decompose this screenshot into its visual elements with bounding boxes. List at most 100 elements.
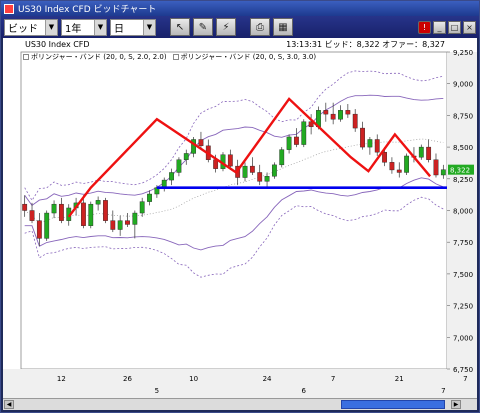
scroll-right-icon[interactable]: ▶ [451, 400, 461, 409]
y-tick-label: 8,500 [453, 144, 473, 152]
print-icon[interactable]: ⎙ [250, 18, 270, 36]
candle-body [440, 169, 446, 176]
x-tick-label: 21 [395, 375, 404, 383]
scroll-thumb[interactable] [341, 400, 445, 409]
candle-body [227, 154, 233, 167]
candle-body [183, 153, 189, 160]
x-month-label: 6 [302, 387, 307, 395]
candle-body [404, 155, 410, 173]
candle-body [176, 159, 182, 173]
price-chart[interactable]: 9,250 9,000 8,750 8,500 8,250 8,000 7,750 7,500… [3, 38, 477, 398]
candle-body [374, 139, 380, 153]
toolbar: ビッド ▼ 1年 ▼ 日 ▼ ↖ ✎ ⚡ ⎙ ▦ ! _ □ × [1, 16, 479, 38]
candle-body [36, 220, 42, 239]
chevron-down-icon: ▼ [94, 19, 106, 35]
current-price-label: 8,322 [450, 167, 470, 175]
chart-scrollbar[interactable]: ◀ ▶ [3, 398, 477, 410]
candle-body [367, 139, 373, 148]
window-title: US30 Index CFD ビッドチャート [18, 5, 157, 15]
y-tick-label: 7,250 [453, 303, 473, 311]
candle-body [433, 159, 439, 176]
interval-select[interactable]: 日 ▼ [110, 18, 156, 36]
candle-body [279, 149, 285, 166]
candle-body [125, 220, 130, 225]
minimize-icon[interactable]: _ [433, 20, 446, 34]
close-icon[interactable]: × [463, 20, 476, 34]
app-icon [4, 3, 14, 14]
y-tick-label: 8,000 [453, 208, 473, 216]
candle-body [271, 164, 277, 177]
candle-body [88, 203, 94, 226]
maximize-icon[interactable]: □ [448, 20, 461, 34]
period-value: 1年 [65, 23, 82, 35]
x-month-label: 7 [441, 387, 445, 395]
y-tick-label: 7,750 [453, 239, 473, 247]
chart-area[interactable]: 9,250 9,000 8,750 8,500 8,250 8,000 7,750 7,500… [3, 38, 477, 398]
candle-body [242, 165, 248, 178]
indicator-legend: ボリンジャー・バンド (20, 0, S, 2.0, 2.0) ボリンジャー・バ… [23, 52, 316, 62]
candle-body [426, 146, 432, 160]
candle-body [264, 176, 270, 182]
y-tick-label: 7,000 [453, 334, 473, 342]
chart-header: US30 Index CFD 13:13:31 ビッド：8,322 オファー：8… [3, 38, 477, 50]
candle-body [81, 202, 86, 226]
pin-tool-icon[interactable]: ✎ [193, 18, 213, 36]
quote-info: 13:13:31 ビッド：8,322 オファー：8,327 [286, 39, 445, 49]
x-tick-label: 12 [57, 375, 66, 383]
candle-body [139, 201, 145, 214]
candle-body [22, 203, 28, 211]
x-tick-label: 7 [331, 375, 335, 383]
candle-body [117, 220, 123, 230]
scroll-left-icon[interactable]: ◀ [4, 400, 14, 409]
symbol-label: US30 Index CFD [25, 39, 90, 49]
candle-body [352, 113, 358, 129]
legend-item[interactable]: ボリンジャー・バンド (20, 0, S, 2.0, 2.0) [23, 52, 167, 62]
candle-body [58, 203, 64, 221]
candle-body [345, 110, 351, 115]
candle-body [249, 165, 255, 173]
candle-body [396, 169, 402, 173]
candle-body [389, 162, 395, 171]
trend-tool-icon[interactable]: ⚡ [216, 18, 236, 36]
candle-body [29, 210, 35, 221]
title-bar[interactable]: US30 Index CFD ビッドチャート [1, 1, 479, 16]
candle-body [360, 127, 365, 148]
y-tick-label: 8,750 [453, 112, 473, 120]
x-month-label: 5 [155, 387, 159, 395]
period-select[interactable]: 1年 ▼ [61, 18, 107, 36]
y-tick-label: 7,500 [453, 271, 473, 279]
alert-icon[interactable]: ! [418, 20, 431, 34]
x-tick-label: 10 [189, 375, 198, 383]
candle-body [95, 200, 101, 205]
x-tick-label: 24 [263, 375, 272, 383]
y-tick-label: 9,000 [453, 81, 473, 89]
candle-body [294, 136, 299, 145]
chevron-down-icon: ▼ [143, 19, 155, 35]
candle-body [51, 203, 57, 214]
time-axis [3, 369, 477, 398]
price-type-value: ビッド [8, 23, 38, 35]
y-tick-label: 8,250 [453, 176, 473, 184]
candle-body [110, 220, 116, 230]
candle-body [44, 212, 50, 239]
candle-body [169, 172, 174, 181]
candle-body [257, 172, 263, 182]
x-tick-label: 7 [463, 375, 467, 383]
price-type-select[interactable]: ビッド ▼ [4, 18, 58, 36]
candle-body [103, 200, 108, 221]
x-tick-label: 26 [123, 375, 132, 383]
chart-type-icon[interactable]: ▦ [273, 18, 293, 36]
candle-body [198, 139, 204, 147]
y-tick-label: 9,250 [453, 49, 473, 57]
interval-value: 日 [114, 23, 124, 35]
candle-body [382, 151, 387, 163]
candle-body [132, 212, 138, 225]
chart-window: US30 Index CFD ビッドチャート ビッド ▼ 1年 ▼ 日 ▼ ↖ … [0, 0, 480, 413]
candle-body [147, 193, 152, 202]
legend-item[interactable]: ボリンジャー・バンド (20, 0, S, 3.0, 3.0) [172, 52, 316, 62]
candle-body [286, 136, 292, 150]
candle-body [323, 110, 329, 115]
candle-body [330, 113, 336, 120]
chevron-down-icon: ▼ [45, 19, 57, 35]
line-tool-icon[interactable]: ↖ [170, 18, 190, 36]
